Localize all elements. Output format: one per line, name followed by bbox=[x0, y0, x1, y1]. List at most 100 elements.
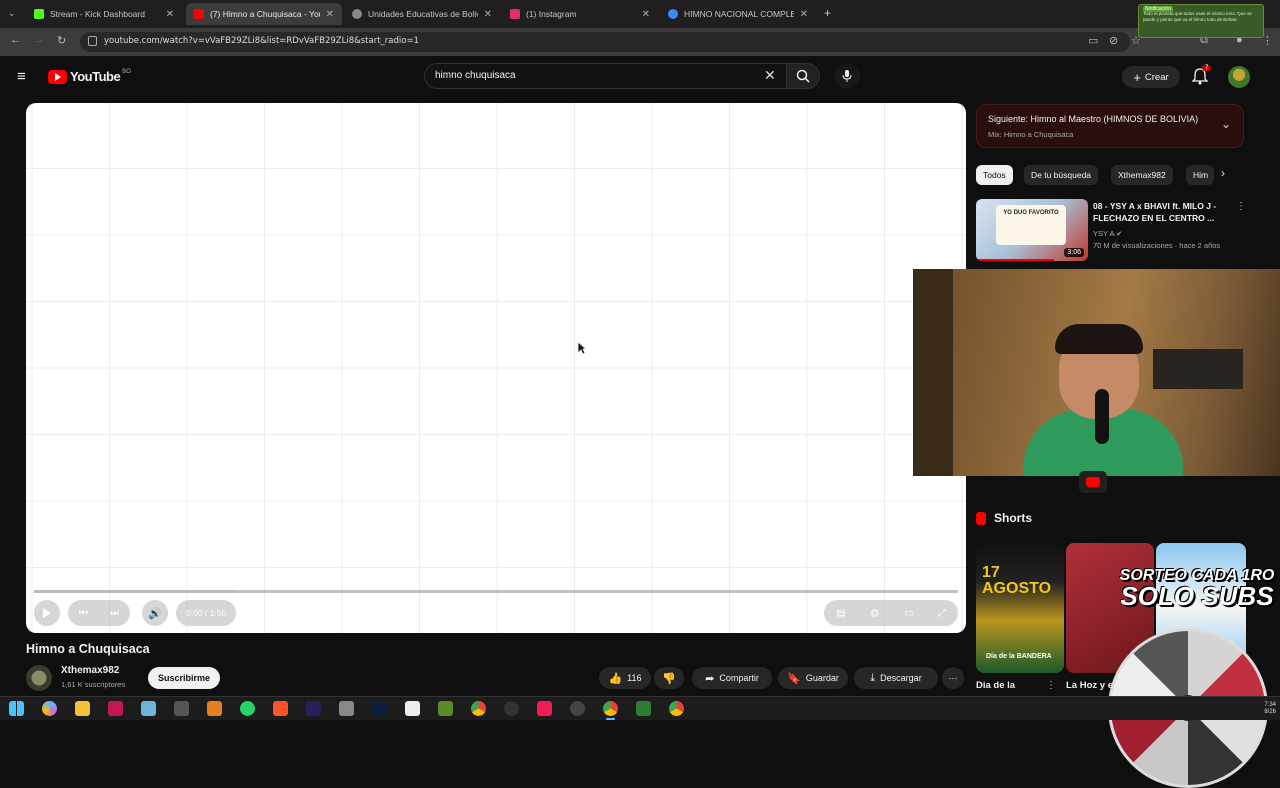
play-icon bbox=[43, 608, 51, 618]
hamburger-menu-icon[interactable]: ≡ bbox=[17, 68, 26, 85]
shorts-icon bbox=[976, 511, 986, 525]
copilot-icon[interactable] bbox=[42, 701, 57, 716]
volume-button[interactable]: 🔊 bbox=[142, 600, 168, 626]
photoshop-icon[interactable] bbox=[372, 701, 387, 716]
close-tab-icon[interactable]: ✕ bbox=[166, 9, 174, 20]
tab-unidades[interactable]: Unidades Educativas de Bolivia ✕ bbox=[344, 3, 500, 25]
settings-gear-icon[interactable]: ⚙ bbox=[870, 607, 880, 620]
volume-icon: 🔊 bbox=[148, 607, 162, 620]
download-icon: ⤓ bbox=[870, 671, 876, 684]
popup-tag: Notificación bbox=[1143, 6, 1173, 12]
chevron-down-icon[interactable]: ⌄ bbox=[1221, 117, 1231, 131]
like-button[interactable]: 👍 116 bbox=[599, 667, 651, 689]
chrome-icon[interactable] bbox=[669, 701, 684, 716]
recommended-thumbnail[interactable]: YO DUO FAVORITO 3:06 bbox=[976, 199, 1088, 261]
thumbnail-art: YO DUO FAVORITO bbox=[996, 205, 1066, 245]
short-thumbnail-1[interactable]: 17 AGOSTO Día de la BANDERA bbox=[976, 543, 1064, 673]
download-button[interactable]: ⤓ Descargar bbox=[854, 667, 938, 689]
more-actions-button[interactable]: ⋯ bbox=[942, 667, 964, 689]
save-label: Guardar bbox=[805, 673, 839, 683]
forward-icon[interactable]: → bbox=[34, 34, 45, 46]
tab-himno-nacional[interactable]: HIMNO NACIONAL COMPLETO ✕ bbox=[660, 3, 816, 25]
tiktok-icon[interactable] bbox=[537, 701, 552, 716]
account-avatar[interactable] bbox=[1228, 66, 1250, 88]
subtitles-icon[interactable]: ▤ bbox=[836, 608, 845, 619]
shorts-label: Shorts bbox=[994, 511, 1033, 525]
more-vertical-icon[interactable]: ⋮ bbox=[1236, 201, 1246, 212]
app-icon[interactable] bbox=[570, 701, 585, 716]
tab-label: HIMNO NACIONAL COMPLETO bbox=[684, 9, 794, 19]
premiere-icon[interactable] bbox=[306, 701, 321, 716]
recommended-channel-name: YSY A bbox=[1093, 229, 1115, 238]
thumbs-up-icon: 👍 bbox=[608, 672, 623, 685]
app-icon[interactable] bbox=[141, 701, 156, 716]
progress-bar[interactable] bbox=[34, 590, 958, 593]
chip-de-tu-busqueda[interactable]: De tu búsqueda bbox=[1024, 165, 1099, 185]
youtube-play-icon bbox=[48, 69, 67, 84]
chevron-right-icon[interactable]: › bbox=[1221, 166, 1225, 180]
channel-name[interactable]: Xthemax982 bbox=[61, 665, 119, 676]
create-button[interactable]: + Crear bbox=[1122, 66, 1180, 88]
share-button[interactable]: ➦ Compartir bbox=[692, 667, 772, 689]
next-icon[interactable]: ⏭ bbox=[110, 608, 119, 619]
shorts-header: Shorts bbox=[976, 511, 1032, 525]
file-explorer-icon[interactable] bbox=[75, 701, 90, 716]
close-tab-icon[interactable]: ✕ bbox=[484, 9, 492, 20]
short-title-2[interactable]: La Hoz y el bbox=[1066, 680, 1116, 691]
app-icon[interactable] bbox=[339, 701, 354, 716]
chrome-icon[interactable] bbox=[471, 701, 486, 716]
chip-todos[interactable]: Todos bbox=[976, 165, 1013, 185]
playlist-next-panel[interactable]: Siguiente: Himno al Maestro (HIMNOS DE B… bbox=[976, 104, 1244, 148]
obs-icon[interactable] bbox=[504, 701, 519, 716]
more-vertical-icon[interactable]: ⋮ bbox=[1046, 680, 1056, 691]
tab-list-dropdown-icon[interactable]: ⌄ bbox=[8, 8, 16, 19]
close-tab-icon[interactable]: ✕ bbox=[800, 9, 808, 20]
brave-icon[interactable] bbox=[273, 701, 288, 716]
play-button[interactable] bbox=[34, 600, 60, 626]
clear-search-icon[interactable]: ✕ bbox=[764, 67, 776, 84]
chrome-icon[interactable] bbox=[603, 701, 618, 720]
tab-instagram[interactable]: (1) Instagram ✕ bbox=[502, 3, 658, 25]
close-tab-icon[interactable]: ✕ bbox=[326, 9, 334, 20]
cast-icon[interactable]: ▭ bbox=[1088, 34, 1098, 47]
fullscreen-icon[interactable]: ⤢ bbox=[938, 608, 946, 619]
search-button[interactable] bbox=[786, 63, 820, 89]
url-text: youtube.com/watch?v=vVaFB29ZLi8&list=RDv… bbox=[104, 36, 419, 46]
tab-kick[interactable]: Stream - Kick Dashboard ✕ bbox=[26, 3, 182, 25]
chip-himnos[interactable]: Him bbox=[1186, 165, 1214, 185]
verified-icon: ✔ bbox=[1116, 231, 1123, 238]
app-icon[interactable] bbox=[207, 701, 222, 716]
reload-icon[interactable]: ↻ bbox=[57, 34, 66, 47]
close-tab-icon[interactable]: ✕ bbox=[642, 9, 650, 20]
subscribe-button[interactable]: Suscribirme bbox=[148, 667, 220, 689]
tab-youtube[interactable]: (7) Himno a Chuquisaca - YouTube ✕ bbox=[186, 3, 342, 25]
app-icon[interactable] bbox=[174, 701, 189, 716]
address-bar[interactable]: youtube.com/watch?v=vVaFB29ZLi8&list=RDv… bbox=[80, 32, 1130, 52]
tab-label: (1) Instagram bbox=[526, 9, 577, 19]
channel-avatar[interactable] bbox=[26, 665, 52, 691]
recommended-title[interactable]: 08 - YSY A x BHAVI ft. MILO J - FLECHAZO… bbox=[1093, 200, 1228, 224]
windows-start-icon[interactable] bbox=[9, 701, 24, 716]
youtube-logo[interactable]: YouTube BO bbox=[48, 69, 131, 84]
chip-channel[interactable]: Xthemax982 bbox=[1111, 165, 1173, 185]
app-icon[interactable] bbox=[438, 701, 453, 716]
back-icon[interactable]: ← bbox=[10, 34, 21, 46]
save-button[interactable]: 🔖 Guardar bbox=[778, 667, 848, 689]
eye-off-icon[interactable]: ⊘ bbox=[1109, 34, 1118, 47]
app-icon[interactable] bbox=[636, 701, 651, 716]
search-input[interactable]: himno chuquisaca bbox=[424, 63, 786, 89]
taskbar-clock[interactable]: 7:34 8/26 bbox=[1264, 702, 1276, 716]
whatsapp-icon[interactable] bbox=[240, 701, 255, 716]
previous-icon[interactable]: ⏮ bbox=[79, 608, 88, 619]
dislike-button[interactable]: 👎 bbox=[654, 667, 684, 689]
new-tab-icon[interactable]: + bbox=[824, 6, 831, 20]
theater-mode-icon[interactable]: ▭ bbox=[904, 608, 913, 619]
app-icon[interactable] bbox=[108, 701, 123, 716]
voice-search-button[interactable] bbox=[834, 63, 860, 89]
recommended-channel[interactable]: YSY A ✔ bbox=[1093, 229, 1122, 238]
youtube-icon bbox=[194, 9, 204, 19]
video-player[interactable]: ⏮ ⏭ 🔊 0:00 / 1:50 ▤ ⚙ ▭ ⤢ bbox=[26, 103, 966, 633]
capcut-icon[interactable] bbox=[405, 701, 420, 716]
site-info-icon[interactable] bbox=[88, 36, 97, 46]
short-title-1[interactable]: Dia de la bbox=[976, 680, 1015, 691]
